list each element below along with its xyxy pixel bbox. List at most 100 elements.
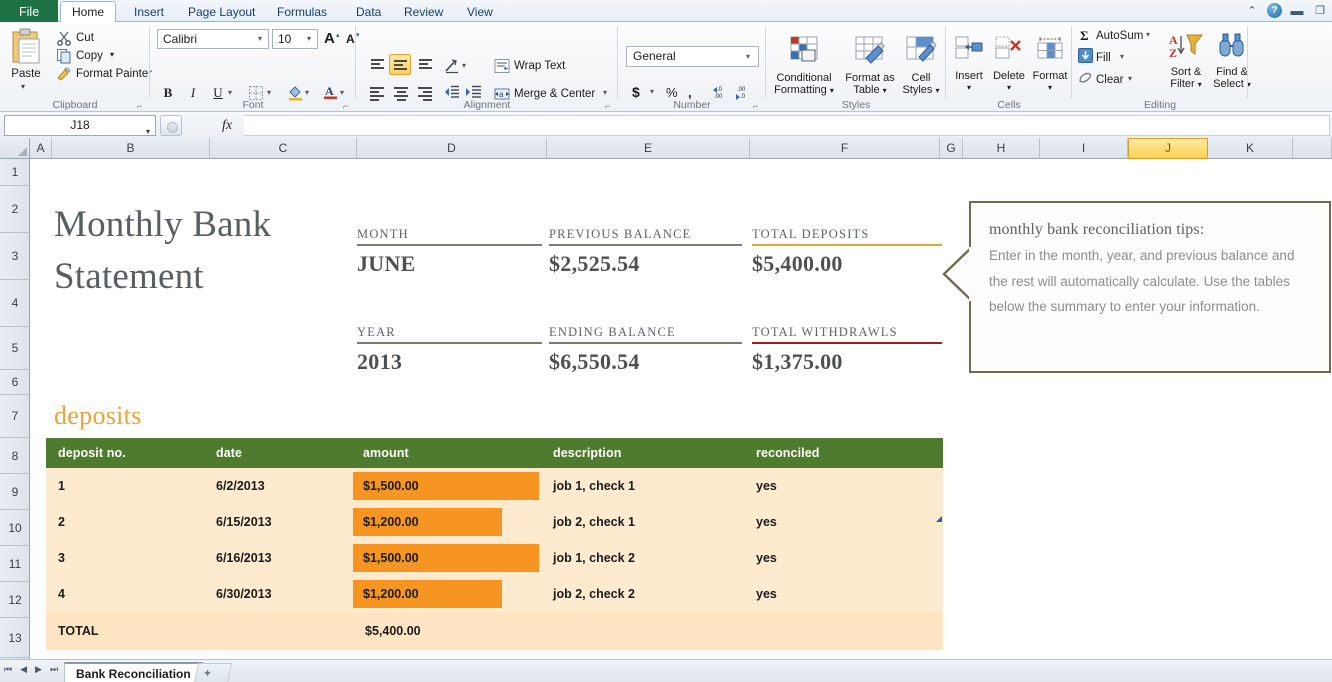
underline-chevron-down-icon[interactable]: ▾ bbox=[228, 88, 232, 97]
cell-deposit-no[interactable]: 2 bbox=[46, 504, 204, 540]
col-amount[interactable]: amount bbox=[351, 438, 541, 468]
align-bottom-icon[interactable] bbox=[414, 54, 436, 75]
wrap-text-button[interactable]: Wrap Text bbox=[514, 60, 565, 72]
field-total-withdrawals-value[interactable]: $1,375.00 bbox=[752, 344, 942, 375]
cell-amount[interactable]: $1,500.00 bbox=[351, 540, 541, 576]
align-top-icon[interactable] bbox=[366, 54, 388, 75]
paste-icon[interactable] bbox=[10, 28, 40, 64]
column-header-h[interactable]: H bbox=[963, 138, 1040, 159]
cell-deposit-no[interactable]: 4 bbox=[46, 576, 204, 612]
find-select-button[interactable]: Find & Select ▾ bbox=[1208, 32, 1256, 92]
font-family-chevron-down-icon[interactable]: ▾ bbox=[258, 34, 262, 43]
wrap-text-icon[interactable] bbox=[494, 58, 510, 74]
table-row[interactable]: 1 6/2/2013 $1,500.00 job 1, check 1 yes bbox=[46, 468, 943, 504]
font-family-input[interactable]: Calibri bbox=[157, 29, 269, 49]
currency-chevron-down-icon[interactable]: ▾ bbox=[650, 87, 654, 96]
increase-decimal-icon[interactable]: .0 .00 bbox=[711, 84, 727, 100]
copy-dropdown-icon[interactable]: ▾ bbox=[110, 50, 114, 59]
col-description[interactable]: description bbox=[541, 438, 744, 468]
row-header-10[interactable]: 10 bbox=[0, 510, 30, 546]
row-header-7[interactable]: 7 bbox=[0, 395, 30, 438]
cut-button[interactable]: Cut bbox=[76, 32, 94, 44]
field-year-value[interactable]: 2013 bbox=[357, 344, 542, 375]
fill-button[interactable]: Fill bbox=[1096, 52, 1111, 64]
column-header-f[interactable]: F bbox=[750, 138, 940, 159]
field-month-value[interactable]: JUNE bbox=[357, 246, 542, 277]
delete-chevron-down-icon[interactable]: ▾ bbox=[988, 82, 1030, 95]
tab-data[interactable]: Data bbox=[344, 2, 393, 22]
row-header-5[interactable]: 5 bbox=[0, 327, 30, 370]
autosum-icon[interactable]: Σ bbox=[1080, 28, 1089, 44]
field-total-deposits-value[interactable]: $5,400.00 bbox=[752, 246, 942, 277]
conditional-formatting-chevron-down-icon[interactable]: ▾ bbox=[830, 86, 834, 95]
align-middle-icon[interactable] bbox=[389, 54, 411, 75]
table-row[interactable]: 3 6/16/2013 $1,500.00 job 1, check 2 yes bbox=[46, 540, 943, 576]
column-header-c[interactable]: C bbox=[210, 138, 357, 159]
row-header-12[interactable]: 12 bbox=[0, 582, 30, 618]
number-dialog-launcher-icon[interactable]: ⌐ bbox=[753, 101, 762, 111]
column-header-a[interactable]: A bbox=[30, 138, 52, 159]
number-format-chevron-down-icon[interactable]: ▾ bbox=[746, 52, 750, 61]
autosum-chevron-down-icon[interactable]: ▾ bbox=[1146, 30, 1150, 39]
cell-deposit-no[interactable]: 1 bbox=[46, 468, 204, 504]
comma-button[interactable]: , bbox=[688, 85, 692, 100]
clear-button[interactable]: Clear bbox=[1096, 74, 1123, 86]
minimize-icon[interactable]: ▬ bbox=[1289, 2, 1305, 18]
cell-styles-chevron-down-icon[interactable]: ▾ bbox=[936, 86, 940, 95]
font-size-chevron-down-icon[interactable]: ▾ bbox=[307, 34, 311, 43]
sort-filter-button[interactable]: A Z Sort & Filter ▾ bbox=[1162, 32, 1210, 92]
cell-amount[interactable]: $1,500.00 bbox=[351, 468, 541, 504]
decrease-decimal-icon[interactable]: .00 .0 bbox=[733, 84, 749, 100]
table-row[interactable]: 2 6/15/2013 $1,200.00 job 2, check 1 yes bbox=[46, 504, 943, 540]
next-sheet-icon[interactable]: ▶ bbox=[35, 664, 42, 675]
column-header-k[interactable]: K bbox=[1208, 138, 1293, 159]
collapse-ribbon-icon[interactable]: ⌃ bbox=[1244, 2, 1260, 18]
insert-chevron-down-icon[interactable]: ▾ bbox=[948, 82, 990, 95]
tab-review[interactable]: Review bbox=[392, 2, 455, 22]
prev-sheet-icon[interactable]: ◀ bbox=[20, 664, 27, 675]
name-box[interactable]: J18 ▾ bbox=[4, 115, 156, 136]
col-date[interactable]: date bbox=[204, 438, 351, 468]
last-sheet-icon[interactable]: ⏭ bbox=[50, 664, 58, 675]
help-icon[interactable]: ? bbox=[1267, 2, 1282, 18]
fill-color-chevron-down-icon[interactable]: ▾ bbox=[305, 88, 309, 97]
orientation-icon[interactable] bbox=[444, 58, 460, 74]
fx-icon[interactable]: fx bbox=[222, 118, 232, 134]
fill-chevron-down-icon[interactable]: ▾ bbox=[1120, 52, 1124, 61]
column-header-e[interactable]: E bbox=[547, 138, 750, 159]
increase-indent-icon[interactable] bbox=[466, 84, 482, 100]
orientation-chevron-down-icon[interactable]: ▾ bbox=[462, 61, 466, 70]
borders-chevron-down-icon[interactable]: ▾ bbox=[267, 88, 271, 97]
row-header-1[interactable]: 1 bbox=[0, 159, 30, 186]
insert-cells-button[interactable]: Insert ▾ bbox=[948, 36, 990, 95]
cell-description[interactable]: job 2, check 1 bbox=[541, 504, 744, 540]
decrease-indent-icon[interactable] bbox=[444, 84, 460, 100]
column-header-i[interactable]: I bbox=[1040, 138, 1128, 159]
cell-description[interactable]: job 1, check 2 bbox=[541, 540, 744, 576]
number-format-select[interactable]: General bbox=[626, 46, 759, 67]
first-sheet-icon[interactable]: ⏮ bbox=[4, 664, 12, 675]
cell-date[interactable]: 6/15/2013 bbox=[204, 504, 351, 540]
field-previous-balance-value[interactable]: $2,525.54 bbox=[549, 246, 742, 277]
tips-callout[interactable]: monthly bank reconciliation tips: Enter … bbox=[942, 201, 1331, 373]
cell-reconciled[interactable]: yes bbox=[744, 504, 943, 540]
table-row[interactable]: 4 6/30/2013 $1,200.00 job 2, check 2 yes bbox=[46, 576, 943, 612]
tab-file[interactable]: File bbox=[0, 0, 59, 22]
conditional-formatting-button[interactable]: Conditional Formatting ▾ bbox=[768, 36, 840, 98]
tab-page-layout[interactable]: Page Layout bbox=[176, 2, 267, 22]
row-header-4[interactable]: 4 bbox=[0, 280, 30, 327]
autosum-button[interactable]: AutoSum bbox=[1096, 30, 1143, 42]
cut-icon[interactable] bbox=[56, 30, 72, 46]
row-header-11[interactable]: 11 bbox=[0, 546, 30, 582]
row-header-6[interactable]: 6 bbox=[0, 370, 30, 395]
format-cells-button[interactable]: Format ▾ bbox=[1029, 36, 1071, 95]
cell-date[interactable]: 6/16/2013 bbox=[204, 540, 351, 576]
row-header-8[interactable]: 8 bbox=[0, 438, 30, 474]
font-dialog-launcher-icon[interactable]: ⌐ bbox=[343, 101, 352, 111]
clipboard-dialog-launcher-icon[interactable]: ⌐ bbox=[137, 101, 146, 111]
percent-button[interactable]: % bbox=[666, 85, 678, 100]
tab-formulas[interactable]: Formulas bbox=[265, 2, 339, 22]
shrink-font-icon[interactable]: A bbox=[346, 32, 355, 46]
cell-deposit-no[interactable]: 3 bbox=[46, 540, 204, 576]
sheet-tab-bank-reconciliation[interactable]: Bank Reconciliation bbox=[64, 662, 203, 682]
